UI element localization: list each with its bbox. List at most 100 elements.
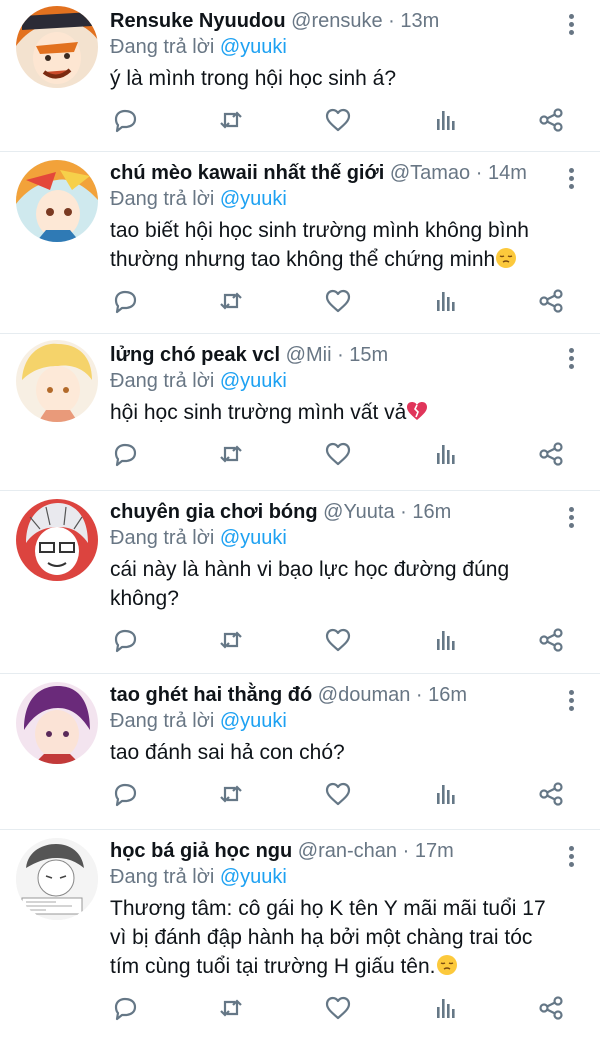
reply-icon[interactable] bbox=[110, 993, 140, 1023]
avatar[interactable] bbox=[16, 160, 98, 242]
reply-content: Rensuke Nyuudou @rensuke · 13m Đang trả … bbox=[110, 8, 554, 93]
replying-label: Đang trả lời bbox=[110, 370, 215, 392]
action-bar bbox=[110, 613, 600, 669]
share-icon[interactable] bbox=[536, 105, 566, 135]
avatar[interactable] bbox=[16, 838, 98, 920]
more-options-icon[interactable] bbox=[568, 348, 574, 372]
retweet-icon[interactable] bbox=[216, 779, 246, 809]
reply-tweet[interactable]: chú mèo kawaii nhất thế giới @Tamao · 14… bbox=[0, 152, 600, 334]
replying-to-handle[interactable]: @yuuki bbox=[220, 370, 287, 392]
share-icon[interactable] bbox=[536, 625, 566, 655]
timestamp[interactable]: 16m bbox=[412, 501, 451, 523]
reply-content: học bá giả học ngu @ran-chan · 17m Đang … bbox=[110, 838, 554, 981]
reply-icon[interactable] bbox=[110, 439, 140, 469]
reply-header: Rensuke Nyuudou @rensuke · 13m bbox=[110, 10, 440, 32]
timestamp[interactable]: 13m bbox=[400, 10, 439, 32]
timestamp[interactable]: 15m bbox=[349, 344, 388, 366]
reply-icon[interactable] bbox=[110, 105, 140, 135]
pensive-face-icon bbox=[495, 247, 517, 269]
more-options-icon[interactable] bbox=[568, 690, 574, 714]
retweet-icon[interactable] bbox=[216, 625, 246, 655]
reply-icon[interactable] bbox=[110, 286, 140, 316]
replying-to-handle[interactable]: @yuuki bbox=[220, 866, 287, 888]
reply-text: tao đánh sai hả con chó? bbox=[110, 741, 345, 764]
replying-to: Đang trả lời @yuuki bbox=[110, 708, 554, 734]
username[interactable]: @Tamao bbox=[390, 162, 470, 184]
reply-text: tao biết hội học sinh trường mình không … bbox=[110, 219, 529, 271]
action-bar bbox=[110, 93, 600, 149]
analytics-icon[interactable] bbox=[430, 439, 460, 469]
username[interactable]: @Yuuta bbox=[323, 501, 394, 523]
avatar[interactable] bbox=[16, 682, 98, 764]
avatar[interactable] bbox=[16, 6, 98, 88]
display-name[interactable]: lửng chó peak vcl bbox=[110, 344, 280, 366]
reply-tweet[interactable]: tao ghét hai thằng đó @douman · 16m Đang… bbox=[0, 674, 600, 830]
share-icon[interactable] bbox=[536, 779, 566, 809]
action-bar bbox=[110, 767, 600, 823]
analytics-icon[interactable] bbox=[430, 625, 460, 655]
like-icon[interactable] bbox=[323, 286, 353, 316]
pensive-face-icon bbox=[436, 954, 458, 976]
replying-to-handle[interactable]: @yuuki bbox=[220, 36, 287, 58]
replying-label: Đang trả lời bbox=[110, 527, 215, 549]
display-name[interactable]: chuyên gia chơi bóng bbox=[110, 501, 318, 523]
retweet-icon[interactable] bbox=[216, 286, 246, 316]
username[interactable]: @douman bbox=[318, 684, 411, 706]
reply-icon[interactable] bbox=[110, 779, 140, 809]
reply-tweet[interactable]: chuyên gia chơi bóng @Yuuta · 16m Đang t… bbox=[0, 491, 600, 674]
display-name[interactable]: chú mèo kawaii nhất thế giới bbox=[110, 162, 384, 184]
reply-tweet[interactable]: Rensuke Nyuudou @rensuke · 13m Đang trả … bbox=[0, 0, 600, 152]
reply-text: cái này là hành vi bạo lực học đường đún… bbox=[110, 558, 510, 610]
replying-to: Đang trả lời @yuuki bbox=[110, 368, 554, 394]
timestamp[interactable]: 17m bbox=[415, 840, 454, 862]
analytics-icon[interactable] bbox=[430, 105, 460, 135]
like-icon[interactable] bbox=[323, 439, 353, 469]
display-name[interactable]: Rensuke Nyuudou bbox=[110, 10, 286, 32]
broken-heart-icon bbox=[406, 400, 428, 422]
display-name[interactable]: tao ghét hai thằng đó bbox=[110, 684, 312, 706]
replying-to-handle[interactable]: @yuuki bbox=[220, 188, 287, 210]
reply-tweet[interactable]: lửng chó peak vcl @Mii · 15m Đang trả lờ… bbox=[0, 334, 600, 491]
share-icon[interactable] bbox=[536, 439, 566, 469]
share-icon[interactable] bbox=[536, 993, 566, 1023]
reply-text: Thương tâm: cô gái họ K tên Y mãi mãi tu… bbox=[110, 897, 546, 978]
replying-to-handle[interactable]: @yuuki bbox=[220, 710, 287, 732]
more-options-icon[interactable] bbox=[568, 846, 574, 870]
analytics-icon[interactable] bbox=[430, 286, 460, 316]
replying-to: Đang trả lời @yuuki bbox=[110, 34, 554, 60]
replying-label: Đang trả lời bbox=[110, 710, 215, 732]
timestamp[interactable]: 14m bbox=[488, 162, 527, 184]
like-icon[interactable] bbox=[323, 993, 353, 1023]
reply-icon[interactable] bbox=[110, 625, 140, 655]
share-icon[interactable] bbox=[536, 286, 566, 316]
replying-to: Đang trả lời @yuuki bbox=[110, 186, 554, 212]
username[interactable]: @ran-chan bbox=[298, 840, 397, 862]
replying-to-handle[interactable]: @yuuki bbox=[220, 527, 287, 549]
username[interactable]: @rensuke bbox=[291, 10, 382, 32]
analytics-icon[interactable] bbox=[430, 779, 460, 809]
reply-content: lửng chó peak vcl @Mii · 15m Đang trả lờ… bbox=[110, 342, 554, 427]
retweet-icon[interactable] bbox=[216, 993, 246, 1023]
reply-header: chuyên gia chơi bóng @Yuuta · 16m bbox=[110, 501, 452, 523]
reply-header: lửng chó peak vcl @Mii · 15m bbox=[110, 344, 389, 366]
like-icon[interactable] bbox=[323, 625, 353, 655]
avatar[interactable] bbox=[16, 340, 98, 422]
reply-content: chú mèo kawaii nhất thế giới @Tamao · 14… bbox=[110, 160, 554, 274]
reply-tweet[interactable]: học bá giả học ngu @ran-chan · 17m Đang … bbox=[0, 830, 600, 1041]
reply-header: học bá giả học ngu @ran-chan · 17m bbox=[110, 840, 454, 862]
retweet-icon[interactable] bbox=[216, 439, 246, 469]
like-icon[interactable] bbox=[323, 105, 353, 135]
avatar[interactable] bbox=[16, 499, 98, 581]
timestamp[interactable]: 16m bbox=[428, 684, 467, 706]
more-options-icon[interactable] bbox=[568, 14, 574, 38]
more-options-icon[interactable] bbox=[568, 168, 574, 192]
like-icon[interactable] bbox=[323, 779, 353, 809]
analytics-icon[interactable] bbox=[430, 993, 460, 1023]
replying-label: Đang trả lời bbox=[110, 36, 215, 58]
retweet-icon[interactable] bbox=[216, 105, 246, 135]
action-bar bbox=[110, 427, 600, 483]
username[interactable]: @Mii bbox=[286, 344, 332, 366]
more-options-icon[interactable] bbox=[568, 507, 574, 531]
display-name[interactable]: học bá giả học ngu bbox=[110, 840, 292, 862]
reply-content: tao ghét hai thằng đó @douman · 16m Đang… bbox=[110, 682, 554, 767]
